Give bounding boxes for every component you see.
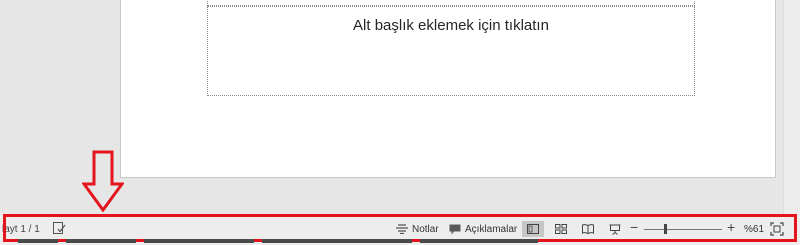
- slide-sorter-icon: [555, 224, 567, 234]
- slide-counter[interactable]: layt 1 / 1: [2, 224, 40, 235]
- notes-icon: [396, 224, 408, 234]
- zoom-in-button[interactable]: +: [727, 219, 735, 235]
- slide-canvas[interactable]: Alt başlık eklemek için tıklatın: [120, 0, 776, 178]
- normal-view-button[interactable]: [522, 221, 544, 237]
- normal-view-icon: [527, 224, 539, 234]
- notes-label: Notlar: [412, 223, 439, 235]
- slideshow-icon: [609, 224, 621, 235]
- vertical-scrollbar[interactable]: [783, 0, 800, 214]
- comment-icon: [449, 224, 461, 234]
- comments-label: Açıklamalar: [465, 223, 518, 235]
- slideshow-button[interactable]: [604, 221, 626, 237]
- reading-view-icon: [582, 224, 594, 234]
- subtitle-placeholder-text: Alt başlık eklemek için tıklatın: [353, 17, 549, 34]
- notes-button[interactable]: Notlar: [396, 221, 439, 237]
- subtitle-placeholder[interactable]: Alt başlık eklemek için tıklatın: [207, 6, 695, 96]
- comments-button[interactable]: Açıklamalar: [449, 221, 517, 237]
- spell-check-icon[interactable]: [52, 221, 66, 235]
- fit-to-window-icon[interactable]: [770, 222, 784, 236]
- reading-view-button[interactable]: [577, 221, 599, 237]
- zoom-slider-thumb[interactable]: [664, 224, 667, 234]
- underlying-text-strip: [18, 239, 538, 243]
- slide-sorter-button[interactable]: [550, 221, 572, 237]
- arrow-down-icon: [82, 150, 124, 212]
- zoom-slider-track[interactable]: [644, 229, 722, 230]
- zoom-level[interactable]: %61: [744, 224, 764, 235]
- zoom-out-button[interactable]: −: [630, 219, 638, 235]
